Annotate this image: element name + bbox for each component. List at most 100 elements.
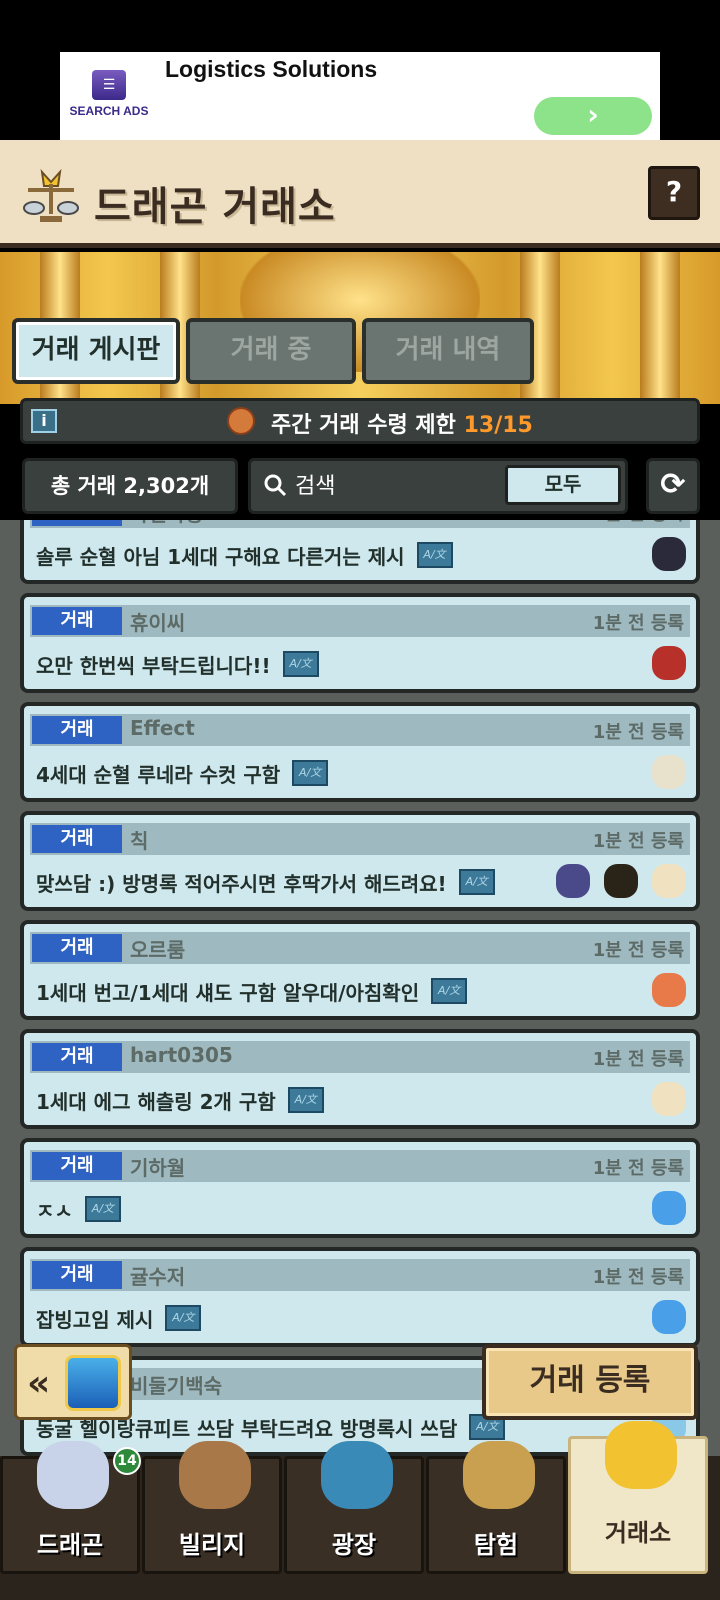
- listing-message: 1세대 에그 해츨링 2개 구함: [36, 1089, 276, 1114]
- trade-badge: 거래: [32, 520, 122, 526]
- trade-listing[interactable]: 거래 기하월 1분 전 등록 ㅈㅅ A/文: [20, 1138, 700, 1238]
- translate-icon[interactable]: A/文: [416, 542, 453, 568]
- trade-listing[interactable]: 거래 Effect 1분 전 등록 4세대 순혈 루네라 수컷 구함 A/文: [20, 702, 700, 802]
- trade-listing[interactable]: 거래 귤수저 1분 전 등록 잡빙고임 제시 A/文: [20, 1247, 700, 1347]
- listing-dragons: [556, 861, 686, 901]
- ad-banner[interactable]: ☰ SEARCH ADS Logistics Solutions ›: [60, 52, 660, 144]
- dragon-icon[interactable]: [652, 537, 686, 571]
- listing-message: 오만 한번씩 부탁드립니다!!: [36, 653, 271, 678]
- listing-header: [30, 823, 690, 855]
- notification-badge: 14: [113, 1447, 141, 1475]
- author-name[interactable]: Effect: [130, 716, 195, 740]
- tab-trading[interactable]: 거래 중: [186, 318, 356, 384]
- posted-time: 1분 전 등록: [592, 1267, 684, 1288]
- nav-item-exchange[interactable]: 거래소: [568, 1421, 708, 1574]
- author-name[interactable]: 기하월: [130, 1152, 185, 1181]
- trade-listing[interactable]: 거래 칙 1분 전 등록 맞쓰담 :) 방명록 적어주시면 후딱가서 해드려요!…: [20, 811, 700, 911]
- dragon-icon[interactable]: [652, 1082, 686, 1116]
- listing-dragons: [652, 1188, 686, 1228]
- search-bar[interactable]: 모두: [248, 458, 628, 514]
- translate-icon[interactable]: A/文: [431, 978, 468, 1004]
- ad-cta-button[interactable]: ›: [534, 97, 652, 135]
- trade-listing[interactable]: 거래 아연아랑 1분 전 등록 솔루 순혈 아님 1세대 구해요 다른거는 제시…: [20, 520, 700, 584]
- dragon-icon[interactable]: [652, 646, 686, 680]
- listing-dragons: [652, 1079, 686, 1119]
- filter-dropdown[interactable]: 모두: [505, 465, 621, 505]
- listing-message: 잡빙고임 제시: [36, 1307, 154, 1332]
- listing-header: [30, 1041, 690, 1073]
- dragon-icon: [37, 1441, 109, 1509]
- author-name[interactable]: hart0305: [130, 1043, 233, 1067]
- weekly-limit-label: 주간 거래 수령 제한: [271, 413, 456, 438]
- trade-listing[interactable]: 거래 오르룸 1분 전 등록 1세대 번고/1세대 섀도 구함 알우대/아침확인…: [20, 920, 700, 1020]
- book-icon: ☰: [92, 70, 126, 100]
- tab-trade-history[interactable]: 거래 내역: [362, 318, 534, 384]
- listing-header: [30, 520, 690, 528]
- nav-label: 빌리지: [178, 1531, 246, 1559]
- author-name[interactable]: 칙: [130, 825, 148, 854]
- nav-item-explore[interactable]: 탐험: [426, 1441, 566, 1574]
- translate-icon[interactable]: A/文: [292, 760, 329, 786]
- listing-message: 맞쓰담 :) 방명록 적어주시면 후딱가서 해드려요!: [36, 871, 447, 896]
- trade-list[interactable]: 거래 아연아랑 1분 전 등록 솔루 순혈 아님 1세대 구해요 다른거는 제시…: [0, 520, 720, 1460]
- author-name[interactable]: 휴이씨: [130, 607, 185, 636]
- chevron-right-icon: ›: [587, 98, 599, 131]
- weekly-limit-text: 주간 거래 수령 제한 13/15: [271, 407, 533, 439]
- dragon-icon[interactable]: [652, 1191, 686, 1225]
- dragon-icon[interactable]: [556, 864, 590, 898]
- nav-label: 드래곤: [36, 1531, 104, 1559]
- author-name[interactable]: 비둘기백숙: [130, 1370, 222, 1399]
- posted-time: 1분 전 등록: [592, 940, 684, 961]
- refresh-button[interactable]: ⟳: [646, 458, 700, 514]
- refresh-icon: ⟳: [660, 467, 686, 502]
- trade-listing[interactable]: 거래 휴이씨 1분 전 등록 오만 한번씩 부탁드립니다!! A/文: [20, 593, 700, 693]
- author-name[interactable]: 오르룸: [130, 934, 185, 963]
- register-trade-button[interactable]: 거래 등록: [482, 1344, 698, 1420]
- author-name[interactable]: 아연아랑: [130, 520, 204, 527]
- listing-message: ㅈㅅ: [36, 1198, 73, 1223]
- posted-time: 1분 전 등록: [592, 613, 684, 634]
- dragon-icon[interactable]: [652, 1300, 686, 1334]
- nav-item-village[interactable]: 빌리지: [142, 1441, 282, 1574]
- translate-icon[interactable]: A/文: [282, 651, 319, 677]
- pillar-decoration: [640, 252, 680, 404]
- dragon-icon[interactable]: [652, 864, 686, 898]
- weekly-limit-bar: i 주간 거래 수령 제한 13/15: [20, 398, 700, 444]
- translate-icon[interactable]: A/文: [165, 1305, 202, 1331]
- bottom-nav: 14 드래곤 빌리지 광장 탐험 거래소: [0, 1421, 720, 1600]
- total-trades: 총 거래 2,302개: [22, 458, 238, 514]
- trade-badge: 거래: [32, 825, 122, 853]
- trade-badge: 거래: [32, 1043, 122, 1071]
- listing-header: [30, 714, 690, 746]
- help-button[interactable]: ?: [648, 166, 700, 220]
- collapse-button[interactable]: «: [14, 1344, 132, 1420]
- dragon-icon[interactable]: [604, 864, 638, 898]
- nav-item-dragon[interactable]: 14 드래곤: [0, 1441, 141, 1574]
- author-name[interactable]: 귤수저: [130, 1261, 185, 1290]
- ad-logo: ☰ SEARCH ADS: [64, 70, 154, 130]
- chevron-left-icon: «: [27, 1363, 51, 1404]
- trade-badge: 거래: [32, 1261, 122, 1289]
- translate-icon[interactable]: A/文: [458, 869, 495, 895]
- listing-dragons: [652, 643, 686, 683]
- posted-time: 1분 전 등록: [592, 1049, 684, 1070]
- listing-message: 솔루 순혈 아님 1세대 구해요 다른거는 제시: [36, 544, 405, 569]
- dragon-icon[interactable]: [652, 973, 686, 1007]
- translate-icon[interactable]: A/文: [84, 1196, 121, 1222]
- translate-icon[interactable]: A/文: [287, 1087, 324, 1113]
- ad-brand: SEARCH ADS: [69, 104, 149, 118]
- posted-time: 1분 전 등록: [593, 520, 684, 526]
- search-input[interactable]: [295, 467, 495, 505]
- listing-message: 4세대 순혈 루네라 수컷 구함: [36, 762, 281, 787]
- listing-header: [30, 932, 690, 964]
- nav-item-plaza[interactable]: 광장: [284, 1441, 424, 1574]
- info-icon[interactable]: i: [31, 409, 57, 433]
- listing-dragons: [652, 534, 686, 574]
- trade-badge: 거래: [32, 1152, 122, 1180]
- tab-trade-board[interactable]: 거래 게시판: [12, 318, 180, 384]
- trade-badge: 거래: [32, 716, 122, 744]
- dragon-icon[interactable]: [652, 755, 686, 789]
- listing-message: 1세대 번고/1세대 섀도 구함 알우대/아침확인: [36, 980, 420, 1005]
- trade-listing[interactable]: 거래 hart0305 1분 전 등록 1세대 에그 해츨링 2개 구함 A/文: [20, 1029, 700, 1129]
- weekly-limit-count: 13/15: [463, 413, 533, 438]
